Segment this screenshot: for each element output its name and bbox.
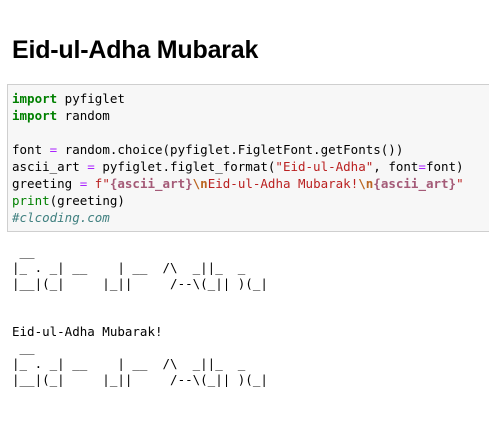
cell-output: __ |_ . _| __ | __ /\ _||_ _ |__|(_| |_|… <box>12 244 268 387</box>
code-token: #clcoding.com <box>12 210 110 225</box>
code-line: ascii_art = pyfiglet.figlet_format("Eid-… <box>12 158 464 175</box>
notebook-page: Eid-ul-Adha Mubarak import pyfiglet impor… <box>0 0 489 434</box>
code-editor[interactable]: import pyfiglet import random font = rand… <box>12 90 464 226</box>
code-token: "Eid-ul-Adha" <box>275 159 374 174</box>
code-token: = <box>87 159 95 174</box>
code-token: import <box>12 91 58 106</box>
code-token: \n <box>358 176 374 191</box>
code-token: pyfiglet.figlet_format( <box>94 159 276 174</box>
code-line: print(greeting) <box>12 192 464 209</box>
code-token: greeting <box>12 176 80 191</box>
code-token: \n <box>192 176 208 191</box>
code-token: f" <box>94 176 110 191</box>
code-token: Eid-ul-Adha Mubarak! <box>207 176 359 191</box>
code-token: , font <box>373 159 419 174</box>
code-line: import pyfiglet <box>12 90 464 107</box>
code-token: random.choice(pyfiglet.FigletFont.getFon… <box>57 142 404 157</box>
code-token: ascii_art <box>12 159 88 174</box>
code-token: random <box>57 108 110 123</box>
code-token: font <box>12 142 50 157</box>
code-token: font) <box>425 159 464 174</box>
code-line: greeting = f"{ascii_art}\nEid-ul-Adha Mu… <box>12 175 464 192</box>
code-token: {ascii_art} <box>109 176 193 191</box>
code-token: (greeting) <box>49 193 125 208</box>
code-token: {ascii_art} <box>373 176 457 191</box>
code-cell[interactable]: import pyfiglet import random font = rand… <box>7 84 489 232</box>
code-token: = <box>418 159 426 174</box>
page-title: Eid-ul-Adha Mubarak <box>12 36 259 64</box>
code-token: " <box>456 176 464 191</box>
code-line: import random <box>12 107 464 124</box>
code-line: font = random.choice(pyfiglet.FigletFont… <box>12 141 464 158</box>
code-line: #clcoding.com <box>12 209 464 226</box>
code-token: pyfiglet <box>57 91 125 106</box>
code-token: print <box>12 193 50 208</box>
code-token: import <box>12 108 58 123</box>
